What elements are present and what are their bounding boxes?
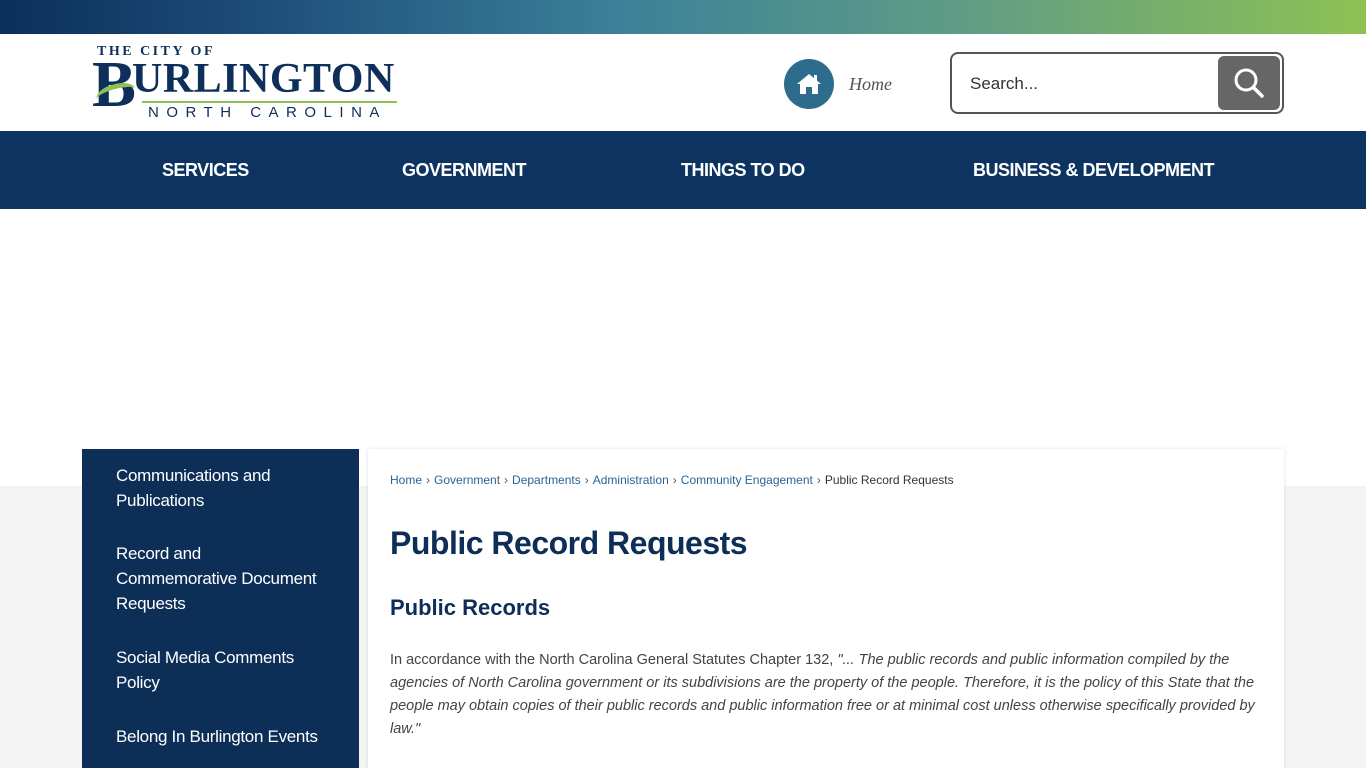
- breadcrumb-government[interactable]: Government: [434, 473, 500, 487]
- search-icon: [1234, 68, 1264, 98]
- logo-sub-text: NORTH CAROLINA: [148, 104, 387, 121]
- top-gradient-band: [0, 0, 1366, 34]
- breadcrumb-community-engagement[interactable]: Community Engagement: [681, 473, 813, 487]
- search-box: [950, 52, 1284, 114]
- home-icon[interactable]: [784, 59, 834, 109]
- page-title: Public Record Requests: [390, 525, 748, 561]
- logo-main-text: URLINGTON: [132, 56, 395, 102]
- search-input[interactable]: [970, 66, 1210, 102]
- breadcrumb-separator: ›: [816, 473, 821, 487]
- home-link[interactable]: Home: [784, 59, 892, 109]
- main-nav: SERVICES GOVERNMENT THINGS TO DO BUSINES…: [0, 131, 1366, 209]
- main-content: Home › Government › Departments › Administrati…: [368, 449, 1284, 768]
- nav-item-business-development[interactable]: BUSINESS & DEVELOPMENT: [973, 131, 1215, 209]
- breadcrumb: Home › Government › Departments › Administrati…: [390, 473, 954, 487]
- paragraph-lead: In accordance with the North Carolina Ge…: [390, 652, 838, 668]
- breadcrumb-separator: ›: [426, 473, 431, 487]
- site-header: THE CITY OF B URLINGTON NORTH CAROLINA H…: [0, 34, 1366, 131]
- sidebar-item-communications[interactable]: Communications and Publications: [116, 463, 326, 513]
- logo-rule: [142, 101, 397, 103]
- nav-item-government[interactable]: GOVERNMENT: [402, 131, 527, 209]
- search-button[interactable]: [1218, 56, 1280, 110]
- breadcrumb-home[interactable]: Home: [390, 473, 422, 487]
- home-link-label[interactable]: Home: [849, 74, 892, 95]
- sidebar-item-record-requests[interactable]: Record and Commemorative Document Reques…: [116, 541, 326, 616]
- intro-paragraph: In accordance with the North Carolina Ge…: [390, 649, 1270, 741]
- section-heading: Public Records: [390, 595, 551, 620]
- breadcrumb-administration[interactable]: Administration: [593, 473, 669, 487]
- nav-item-services[interactable]: SERVICES: [162, 131, 249, 209]
- city-logo[interactable]: THE CITY OF B URLINGTON NORTH CAROLINA: [92, 44, 402, 122]
- sidebar: Communications and Publications Record a…: [82, 449, 359, 768]
- sidebar-item-social-media[interactable]: Social Media Comments Policy: [116, 645, 326, 695]
- breadcrumb-current: Public Record Requests: [824, 473, 954, 487]
- breadcrumb-separator: ›: [584, 473, 589, 487]
- breadcrumb-separator: ›: [504, 473, 509, 487]
- sidebar-item-belong-events[interactable]: Belong In Burlington Events: [116, 724, 326, 749]
- breadcrumb-departments[interactable]: Departments: [512, 473, 581, 487]
- nav-item-things-to-do[interactable]: THINGS TO DO: [681, 131, 805, 209]
- breadcrumb-separator: ›: [672, 473, 677, 487]
